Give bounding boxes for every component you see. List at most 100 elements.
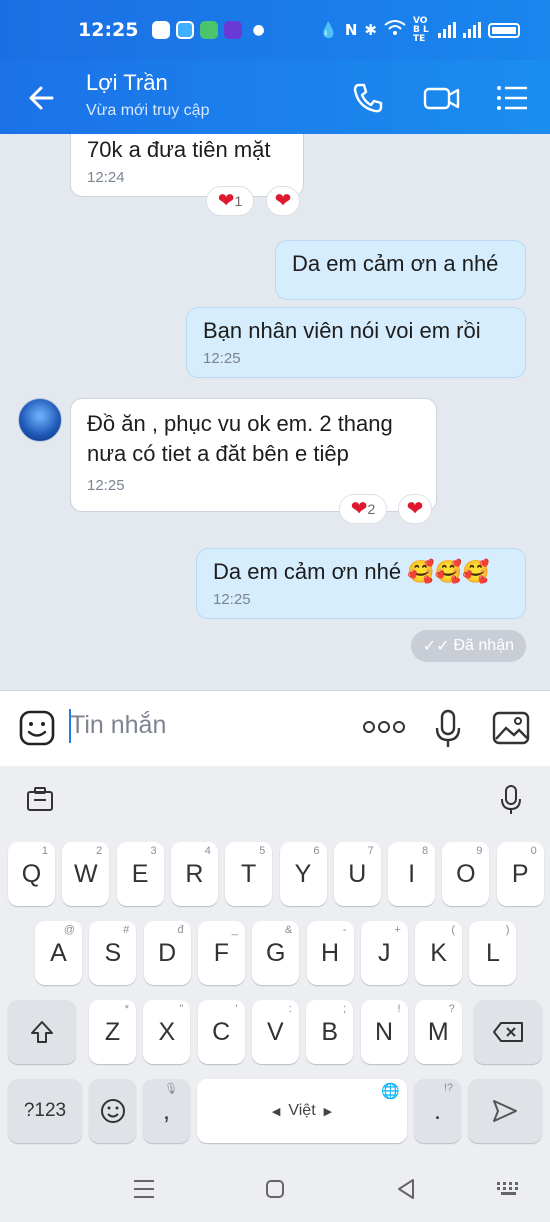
microphone-icon[interactable] <box>434 709 462 749</box>
key-label: E <box>131 859 149 888</box>
sticker-icon[interactable] <box>18 709 56 747</box>
key-z[interactable]: * Z <box>89 1000 136 1064</box>
key-a[interactable]: @ A <box>35 921 82 985</box>
key-label: R <box>185 859 204 888</box>
shift-key[interactable] <box>8 1000 76 1064</box>
key-x[interactable]: " X <box>143 1000 191 1064</box>
key-label: U <box>348 859 367 888</box>
message-input[interactable]: Tin nhắn <box>70 711 166 740</box>
more-options-icon[interactable] <box>362 719 406 735</box>
react-button[interactable]: ❤ <box>398 494 432 524</box>
key-h[interactable]: -H <box>306 921 354 985</box>
back-arrow-icon[interactable] <box>24 80 60 116</box>
period-key[interactable]: !? . <box>414 1079 461 1143</box>
key-k[interactable]: (K <box>415 921 463 985</box>
key-q[interactable]: 1Q <box>8 842 55 906</box>
message-text: Da em cảm ơn nhé 🥰🥰🥰 <box>213 559 490 584</box>
key-y[interactable]: 6Y <box>279 842 327 906</box>
key-hint: 5 <box>259 845 266 857</box>
heart-icon: ❤ <box>274 190 292 212</box>
key-u[interactable]: 7U <box>333 842 381 906</box>
react-button[interactable]: ❤ <box>266 186 300 216</box>
key-label: B <box>321 1017 339 1046</box>
key-l[interactable]: ) L <box>469 921 517 985</box>
key-hint: 2 <box>96 845 103 857</box>
send-key[interactable] <box>468 1079 542 1143</box>
key-e[interactable]: 3E <box>116 842 164 906</box>
home-icon[interactable] <box>265 1179 285 1199</box>
key-p[interactable]: 0P <box>496 842 544 906</box>
chat-messages[interactable]: 70k a đưa tiên mặt 12:24 ❤ 1 ❤ Da em cảm… <box>0 134 550 690</box>
image-icon[interactable] <box>492 711 530 745</box>
key-label: L <box>485 938 500 967</box>
emoji-icon <box>100 1099 125 1123</box>
key-label: H <box>320 938 340 967</box>
key-hint: " <box>179 1003 184 1015</box>
key-n[interactable]: ! N <box>360 1000 408 1064</box>
dot-icon: ● <box>252 22 265 38</box>
key-hint: # <box>123 924 130 936</box>
video-call-icon[interactable] <box>422 80 462 116</box>
message-bubble[interactable]: 70k a đưa tiên mặt 12:24 <box>70 134 304 197</box>
space-key[interactable]: 🌐 ◀ Việt ▶ <box>197 1079 407 1143</box>
key-g[interactable]: & G <box>252 921 300 985</box>
key-s[interactable]: # S <box>89 921 137 985</box>
app-notification-icon <box>200 21 219 39</box>
key-d[interactable]: đD <box>143 921 191 985</box>
key-hint: 7 <box>367 845 374 857</box>
key-f[interactable]: _ F <box>197 921 245 985</box>
reaction-count[interactable]: ❤ 2 <box>339 494 387 524</box>
globe-icon: 🌐 <box>381 1083 400 1100</box>
message-bubble[interactable]: Da em cảm ơn a nhé <box>275 240 526 300</box>
phone-icon[interactable] <box>350 80 386 116</box>
back-nav-icon[interactable] <box>396 1178 416 1200</box>
backspace-key[interactable] <box>474 1000 542 1064</box>
comma-key[interactable]: 🎙 , <box>143 1079 190 1143</box>
key-hint: - <box>342 924 347 936</box>
key-label: O <box>456 859 476 888</box>
key-hint: 0 <box>530 845 537 857</box>
chat-header: Lợi Trần Vừa mới truy cập <box>0 60 550 134</box>
key-i[interactable]: 8I <box>388 842 436 906</box>
wifi-icon <box>384 20 406 40</box>
key-c[interactable]: ' C <box>197 1000 245 1064</box>
key-hint: ! <box>397 1003 401 1015</box>
emoji-key[interactable] <box>89 1079 136 1143</box>
key-j[interactable]: + J <box>360 921 408 985</box>
key-v[interactable]: :V <box>251 1000 299 1064</box>
clipboard-icon[interactable] <box>26 786 54 812</box>
keyboard-hide-icon[interactable] <box>496 1181 522 1197</box>
menu-list-icon[interactable] <box>494 80 530 116</box>
key-hint: ; <box>343 1003 347 1015</box>
key-label: T <box>241 859 257 888</box>
key-hint: 8 <box>421 845 429 857</box>
message-bubble[interactable]: Da em cảm ơn nhé 🥰🥰🥰 12:25 <box>196 548 526 619</box>
key-label: Q <box>21 859 42 888</box>
key-m[interactable]: ? M <box>414 1000 462 1064</box>
key-w[interactable]: 2W <box>62 842 110 906</box>
message-time: 12:25 <box>213 591 251 608</box>
message-text-line: nưa có tiet a đăt bên e tiêp <box>87 441 349 466</box>
key-label: F <box>213 938 230 967</box>
key-hint: 6 <box>313 845 320 857</box>
key-o[interactable]: 9O <box>442 842 490 906</box>
numbers-key[interactable]: ?123 <box>8 1079 82 1143</box>
key-t[interactable]: 5T <box>225 842 273 906</box>
period-key-hint: !? <box>443 1082 453 1094</box>
message-bubble[interactable]: Bạn nhân viên nói voi em rồi 12:25 <box>186 307 526 378</box>
key-label: M <box>427 1017 449 1046</box>
message-bubble[interactable]: Đồ ăn , phục vu ok em. 2 thang nưa có ti… <box>70 398 437 512</box>
message-text: Bạn nhân viên nói voi em rồi <box>203 318 481 343</box>
key-hint: 9 <box>476 845 483 857</box>
voice-input-icon[interactable] <box>500 784 522 816</box>
key-r[interactable]: 4R <box>170 842 218 906</box>
key-hint: 1 <box>41 845 48 857</box>
key-hint: @ <box>63 924 75 936</box>
recent-apps-icon[interactable] <box>133 1179 155 1199</box>
key-b[interactable]: ; B <box>306 1000 354 1064</box>
key-label: V <box>267 1017 284 1046</box>
comma-key-label: , <box>163 1096 170 1125</box>
reaction-count[interactable]: ❤ 1 <box>206 186 254 216</box>
contact-name[interactable]: Lợi Trần <box>86 70 168 96</box>
contact-avatar[interactable] <box>18 398 62 442</box>
